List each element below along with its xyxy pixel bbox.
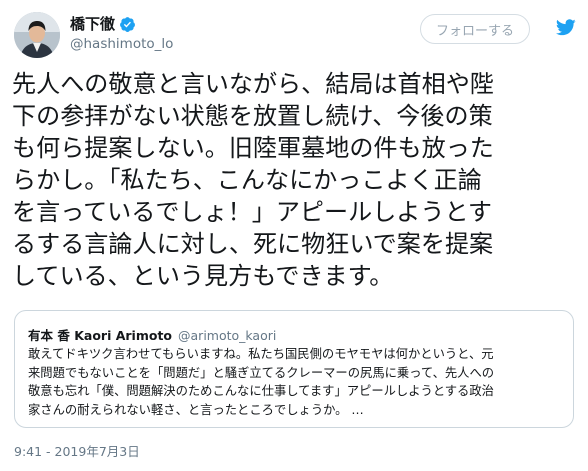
tweet-text-line: 下の参拝がない状態を放置し続け、今後の策 <box>12 102 493 130</box>
tweet-text-line: している、という見方もできます。 <box>12 262 394 290</box>
quoted-text-line: 敢えてドキツク言わせてもらいますね。私たち国民側のモヤモヤは何かというと、元 <box>28 347 494 361</box>
quoted-text-line: 来問題でもないことを「問題だ」と騒ぎ立てるクレーマーの尻馬に乗って、先人への <box>28 365 495 380</box>
quoted-tweet-card[interactable]: 有本 香 Kaori Arimoto @arimoto_kaori 敢えてドキツ… <box>14 310 574 428</box>
verified-badge-icon <box>119 16 136 33</box>
tweet-text-line: も何ら提案しない。旧陸軍墓地の件も放った <box>12 134 494 162</box>
tweet-text-line: を言っているでしょ！」アピールしようとす <box>12 198 492 226</box>
follow-button[interactable]: フォローする <box>420 14 530 44</box>
quoted-tweet-text: 敢えてドキツク言わせてもらいますね。私たち国民側のモヤモヤは何かというと、元 来… <box>28 345 573 419</box>
avatar-image <box>14 12 60 58</box>
tweet-text: 先人への敬意と言いながら、結局は首相や陛 下の参拝がない状態を放置し続け、今後の… <box>12 68 586 292</box>
tweet-timestamp[interactable]: 9:41 - 2019年7月3日 <box>14 444 140 460</box>
twitter-bird-icon[interactable] <box>556 19 576 36</box>
quoted-text-line: 敬意も忘れ「僕、問題解決のためこんなに仕事してます」アピールしようとする政治 <box>28 384 494 398</box>
author-name[interactable]: 橋下徹 <box>70 14 115 34</box>
tweet-text-line: 先人への敬意と言いながら、結局は首相や陛 <box>12 70 494 98</box>
tweet-card: 橋下徹 @hashimoto_lo フォローする 先人への敬意と言いながら、結局… <box>0 0 588 471</box>
avatar[interactable] <box>14 12 60 58</box>
author-name-row[interactable]: 橋下徹 <box>70 14 136 34</box>
tweet-text-line: るする言論人に対し、死に物狂いで案を提案 <box>12 230 494 258</box>
tweet-text-line: らかし。「私たち、こんなにかっこよく正論 <box>12 166 482 194</box>
quoted-text-line: 家さんの耐えられない軽さ、と言ったところでしょうか。 … <box>28 402 364 417</box>
quoted-tweet-header: 有本 香 Kaori Arimoto @arimoto_kaori <box>28 325 276 344</box>
quoted-author-handle: @arimoto_kaori <box>178 328 277 343</box>
quoted-author-name: 有本 香 Kaori Arimoto <box>28 328 173 343</box>
author-handle[interactable]: @hashimoto_lo <box>70 35 173 53</box>
